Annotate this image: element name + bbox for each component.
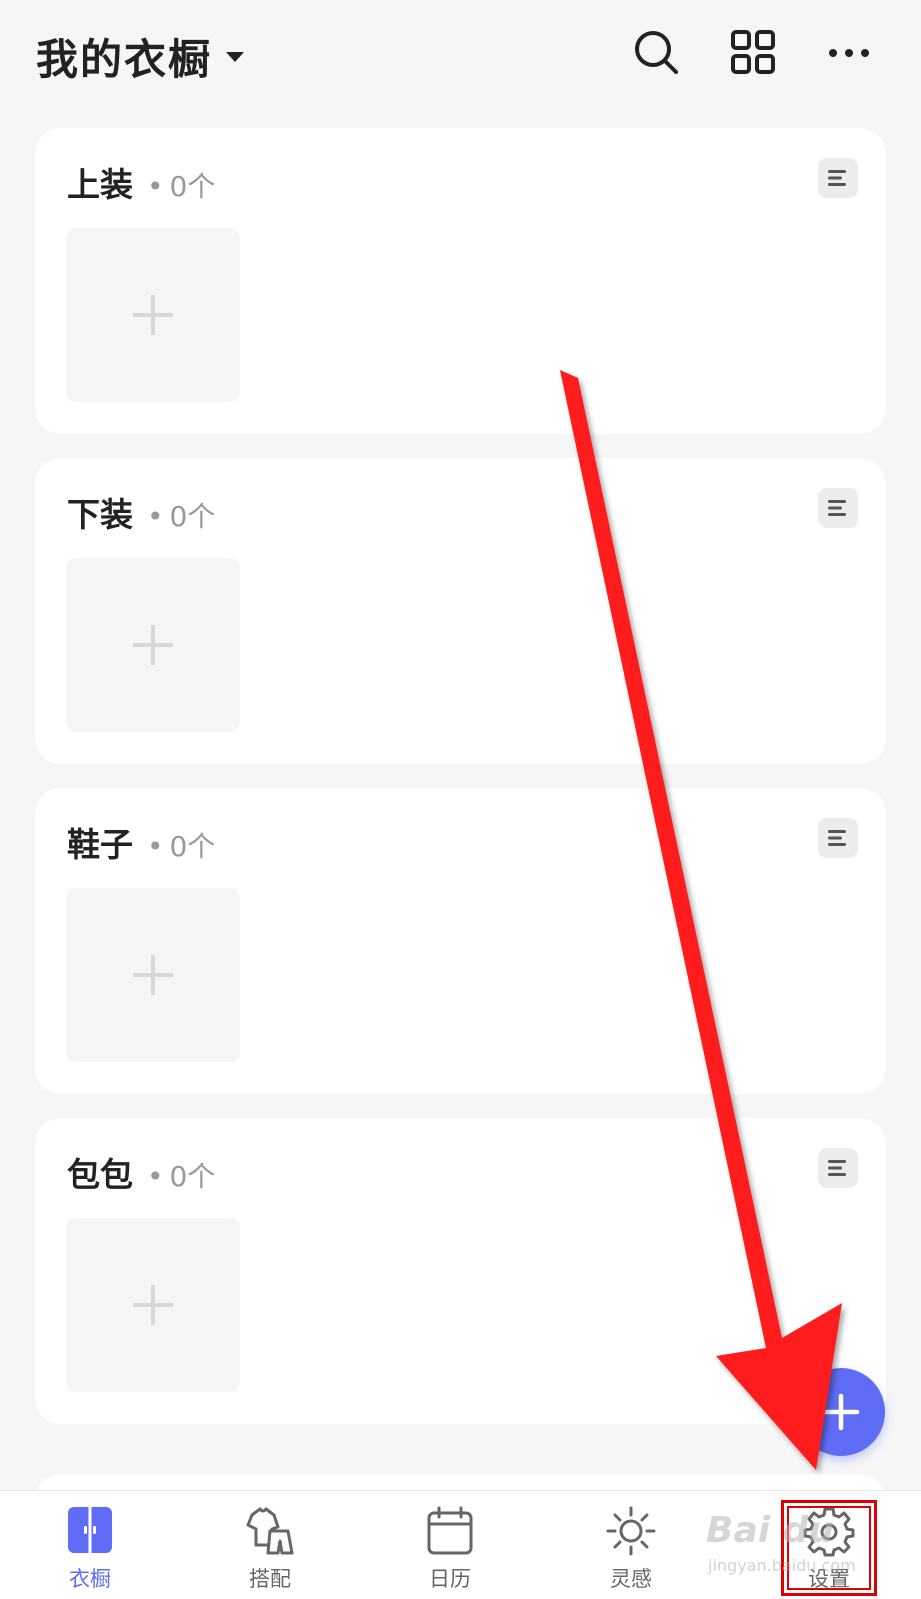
watermark-url: jingyan.baidu.com	[708, 1556, 856, 1575]
more-icon[interactable]	[825, 28, 873, 76]
wardrobe-screen: 我的衣橱 上装 • 0个 下装 • 0个 鞋子 • 0个 包包 • 0个 衣橱 …	[0, 0, 921, 1599]
plus-icon	[822, 1393, 860, 1431]
category-name: 上装	[67, 165, 133, 204]
inspiration-sun-icon	[606, 1506, 656, 1556]
tab-label: 日历	[429, 1567, 471, 1591]
card-header: 鞋子 • 0个	[67, 818, 215, 866]
outfit-icon	[246, 1507, 294, 1555]
separator-dot: •	[147, 830, 164, 863]
tab-label: 衣橱	[69, 1567, 111, 1591]
list-menu-icon[interactable]	[818, 818, 858, 858]
tab-inspiration[interactable]: 灵感	[561, 1491, 701, 1599]
caret-down-icon	[226, 51, 245, 62]
add-clothing-button[interactable]	[797, 1368, 885, 1456]
list-menu-icon[interactable]	[818, 1148, 858, 1188]
add-item-tile[interactable]	[66, 1218, 240, 1392]
separator-dot: •	[147, 1160, 164, 1193]
tab-calendar[interactable]: 日历	[380, 1491, 520, 1599]
plus-icon	[133, 295, 173, 335]
grid-icon[interactable]	[729, 28, 777, 76]
category-name: 鞋子	[67, 825, 133, 864]
category-card-bottoms: 下装 • 0个	[35, 458, 886, 764]
separator-dot: •	[147, 500, 164, 533]
card-header: 下装 • 0个	[67, 488, 215, 536]
wardrobe-switcher[interactable]: 我的衣橱	[36, 26, 245, 87]
category-name: 包包	[67, 1155, 133, 1194]
tab-outfit[interactable]: 搭配	[200, 1491, 340, 1599]
wardrobe-icon	[68, 1507, 112, 1553]
add-item-tile[interactable]	[66, 888, 240, 1062]
category-count: 0个	[169, 1160, 216, 1193]
add-item-tile[interactable]	[66, 228, 240, 402]
page-title: 我的衣橱	[36, 35, 213, 84]
category-card-bags: 包包 • 0个	[35, 1118, 886, 1424]
list-menu-icon[interactable]	[818, 488, 858, 528]
list-menu-icon[interactable]	[818, 158, 858, 198]
header: 我的衣橱	[0, 0, 921, 110]
category-count: 0个	[169, 170, 216, 203]
watermark: Bai du	[706, 1510, 835, 1551]
category-card-shoes: 鞋子 • 0个	[35, 788, 886, 1094]
search-icon[interactable]	[632, 28, 680, 76]
tab-label: 搭配	[249, 1567, 291, 1591]
plus-icon	[133, 955, 173, 995]
separator-dot: •	[147, 170, 164, 203]
card-header: 包包 • 0个	[67, 1148, 215, 1196]
calendar-icon	[427, 1506, 473, 1555]
add-item-tile[interactable]	[66, 558, 240, 732]
card-header: 上装 • 0个	[67, 158, 215, 206]
plus-icon	[133, 625, 173, 665]
category-count: 0个	[169, 500, 216, 533]
category-count: 0个	[169, 830, 216, 863]
category-card-tops: 上装 • 0个	[35, 128, 886, 434]
category-name: 下装	[67, 495, 133, 534]
tab-wardrobe[interactable]: 衣橱	[20, 1491, 160, 1599]
tab-label: 灵感	[610, 1567, 652, 1591]
plus-icon	[133, 1285, 173, 1325]
